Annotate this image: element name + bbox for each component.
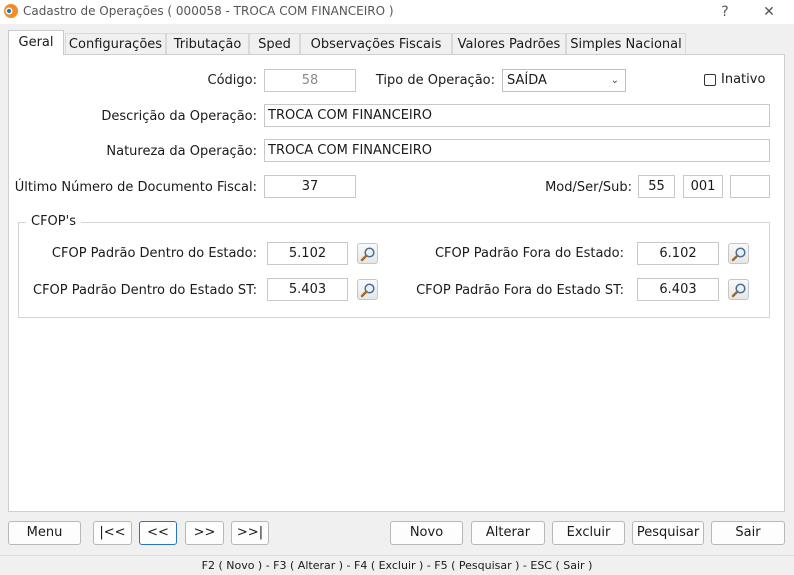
last-record-button[interactable]: >>| [231, 521, 269, 545]
inativo-label: Inativo [721, 72, 766, 87]
tab-configuracoes[interactable]: Configurações [65, 33, 166, 54]
natureza-field[interactable]: TROCA COM FINANCEIRO [264, 139, 770, 162]
cfop-dentro-st-label: CFOP Padrão Dentro do Estado ST: [33, 283, 257, 298]
tipo-operacao-label: Tipo de Operação: [375, 73, 495, 88]
help-button[interactable]: ? [710, 2, 740, 22]
sair-button[interactable]: Sair [711, 521, 785, 545]
alterar-button[interactable]: Alterar [471, 521, 545, 545]
magnifier-icon [360, 283, 375, 298]
tipo-operacao-select[interactable]: SAÍDA ⌄ [502, 69, 626, 92]
codigo-field[interactable]: 58 [264, 69, 356, 92]
cfop-fora-st-label: CFOP Padrão Fora do Estado ST: [416, 283, 624, 298]
cfop-dentro-field[interactable]: 5.102 [267, 242, 348, 265]
magnifier-icon [731, 283, 746, 298]
descricao-label: Descrição da Operação: [101, 109, 257, 124]
ultimo-numero-field[interactable]: 37 [264, 175, 356, 198]
tab-valores-padroes[interactable]: Valores Padrões [452, 33, 566, 54]
magnifier-icon [731, 247, 746, 262]
first-record-button[interactable]: |<< [93, 521, 132, 545]
cfop-fora-label: CFOP Padrão Fora do Estado: [434, 246, 624, 261]
close-button[interactable]: ✕ [754, 2, 784, 22]
window-title: Cadastro de Operações ( 000058 - TROCA C… [23, 4, 394, 18]
tipo-operacao-value: SAÍDA [507, 73, 547, 88]
next-record-button[interactable]: >> [185, 521, 224, 545]
tab-sped[interactable]: Sped [249, 33, 300, 54]
cfop-dentro-st-field[interactable]: 5.403 [267, 278, 348, 301]
modsersub-label: Mod/Ser/Sub: [545, 180, 632, 195]
chevron-down-icon: ⌄ [610, 75, 619, 86]
menu-button[interactable]: Menu [8, 521, 81, 545]
natureza-label: Natureza da Operação: [106, 144, 257, 159]
tab-geral[interactable]: Geral [8, 30, 64, 55]
shortcut-status-bar: F2 ( Novo ) - F3 ( Alterar ) - F4 ( Excl… [0, 555, 794, 575]
novo-button[interactable]: Novo [390, 521, 463, 545]
excluir-button[interactable]: Excluir [552, 521, 625, 545]
cfop-dentro-label: CFOP Padrão Dentro do Estado: [51, 246, 257, 261]
tab-tributacao[interactable]: Tributação [166, 33, 249, 54]
codigo-label: Código: [207, 73, 257, 88]
cfop-fora-st-search-button[interactable] [728, 279, 749, 300]
ultimo-numero-label: Último Número de Documento Fiscal: [14, 180, 257, 195]
sub-field[interactable] [730, 175, 770, 198]
cfop-fora-st-field[interactable]: 6.403 [637, 278, 719, 301]
inativo-checkbox[interactable] [704, 74, 716, 86]
cfop-fora-field[interactable]: 6.102 [637, 242, 719, 265]
cfop-dentro-st-search-button[interactable] [357, 279, 378, 300]
magnifier-icon [360, 247, 375, 262]
app-logo-icon [4, 4, 18, 18]
tab-simples-nacional[interactable]: Simples Nacional [566, 33, 686, 54]
ser-field[interactable]: 001 [683, 175, 723, 198]
cfop-dentro-search-button[interactable] [357, 243, 378, 264]
pesquisar-button[interactable]: Pesquisar [632, 521, 704, 545]
descricao-field[interactable]: TROCA COM FINANCEIRO [264, 104, 770, 127]
cfop-group-title: CFOP's [26, 214, 81, 229]
tab-observacoes-fiscais[interactable]: Observações Fiscais [300, 33, 452, 54]
mod-field[interactable]: 55 [638, 175, 675, 198]
cfop-groupbox [18, 222, 770, 318]
cfop-fora-search-button[interactable] [728, 243, 749, 264]
title-bar: Cadastro de Operações ( 000058 - TROCA C… [0, 0, 794, 24]
previous-record-button[interactable]: << [139, 521, 177, 545]
